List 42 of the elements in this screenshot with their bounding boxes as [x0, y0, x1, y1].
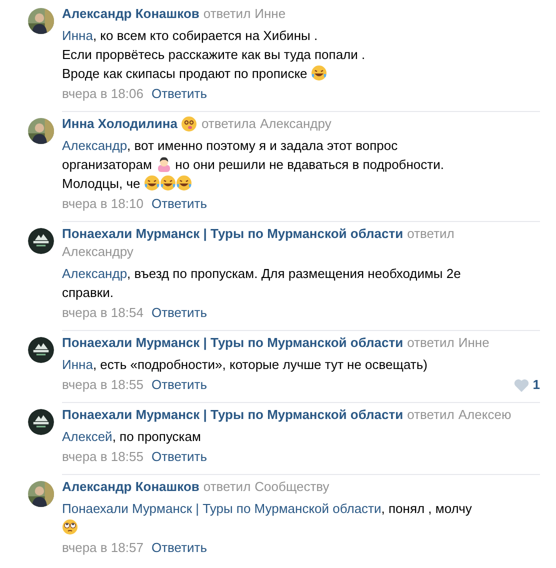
mention-link[interactable]: Инна [62, 28, 93, 43]
comment-text: Александр, вот именно поэтому я и задала этот вопрос организаторам но они решили не вдаваться в подробности. Молодцы, че [62, 137, 445, 193]
author-link[interactable]: Инна Холодилина [62, 115, 178, 133]
heart-icon [514, 378, 529, 392]
community-logo-icon [28, 409, 54, 435]
reply-verb: ответил [407, 406, 454, 424]
mention-link[interactable]: Понаехали Мурманск | Туры по Мурманской области [62, 501, 382, 516]
reply-link[interactable]: Ответить [151, 539, 208, 557]
mention-link[interactable]: Александр [62, 266, 128, 281]
reply-link[interactable]: Ответить [151, 195, 208, 213]
comment-text: Александр, въезд по пропускам. Для размещения необходимы 2е справки. [62, 265, 462, 302]
community-logo-icon [28, 228, 54, 254]
reply-link[interactable]: Ответить [151, 304, 208, 322]
reply-verb: ответила [201, 115, 256, 133]
author-link[interactable]: Понаехали Мурманск | Туры по Мурманской области [62, 406, 404, 424]
like-button[interactable]: 1 [514, 376, 540, 394]
author-link[interactable]: Понаехали Мурманск | Туры по Мурманской области [62, 334, 404, 352]
laughing-emoji [310, 65, 327, 81]
mention-link[interactable]: Инна [62, 357, 93, 372]
reply-verb: ответил [203, 5, 251, 23]
rolling-eyes-emoji [62, 519, 78, 535]
dizzy-emoji [181, 116, 198, 132]
comment-text: Понаехали Мурманск | Туры по Мурманской области, понял , молчу [62, 499, 480, 537]
author-link[interactable]: Понаехали Мурманск | Туры по Мурманской области [62, 225, 404, 243]
laughing-emoji [144, 175, 160, 191]
laughing-emoji [176, 175, 192, 191]
reply-link[interactable]: Ответить [151, 85, 208, 103]
mention-link[interactable]: Александр [62, 138, 128, 153]
author-link[interactable]: Александр Конашков [62, 478, 200, 496]
reply-verb: ответил [203, 478, 251, 496]
laughing-emoji [160, 175, 176, 191]
comment-text: Инна, есть «подробности», которые лучше тут не освещать) [62, 356, 428, 374]
community-logo-icon [28, 337, 54, 363]
reply-verb: ответил [407, 225, 454, 243]
comment-text: Алексей, по пропускам [62, 428, 202, 446]
mention-link[interactable]: Алексей [62, 429, 112, 444]
woman-emoji [156, 156, 172, 172]
reply-verb: ответил [407, 334, 454, 352]
author-link[interactable]: Александр Конашков [62, 5, 200, 23]
comment-text: Инна, ко всем кто собирается на Хибины . Если прорвётесь расскажите как вы туда попали . Вроде как скипасы продают по прописке [62, 27, 366, 83]
reply-link[interactable]: Ответить [151, 448, 208, 466]
reply-link[interactable]: Ответить [151, 376, 208, 394]
